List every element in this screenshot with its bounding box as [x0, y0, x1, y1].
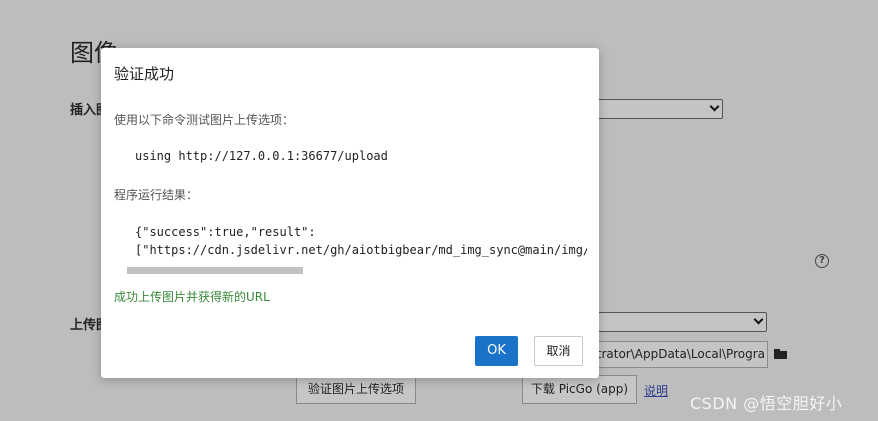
dialog-title: 验证成功	[114, 65, 175, 83]
result-output: {"success":true,"result": ["https://cdn.…	[135, 223, 587, 265]
explain-link[interactable]: 说明	[644, 382, 668, 399]
chevron-down-icon	[709, 101, 720, 112]
picgo-path-input[interactable]: C:\Users\Administrator\AppData\Local\Pro…	[590, 341, 768, 368]
command-text: using http://127.0.0.1:36677/upload	[135, 149, 388, 163]
result-line: ["https://cdn.jsdelivr.net/gh/aiotbigbea…	[135, 243, 587, 257]
success-message: 成功上传图片并获得新的URL	[114, 290, 270, 304]
horizontal-scrollbar[interactable]	[127, 267, 303, 274]
watermark: CSDN @悟空胆好小	[690, 394, 843, 413]
insert-image-select[interactable]	[597, 99, 723, 119]
result-line: {"success":true,"result":	[135, 225, 316, 239]
instruction-text: 使用以下命令测试图片上传选项：	[114, 113, 295, 127]
help-icon[interactable]: ?	[815, 254, 829, 268]
download-picgo-button[interactable]: 下载 PicGo (app)	[522, 375, 637, 404]
ok-button[interactable]: OK	[475, 336, 518, 366]
result-label: 程序运行结果：	[114, 188, 199, 202]
chevron-down-icon	[753, 314, 764, 325]
verify-success-dialog: 验证成功 使用以下命令测试图片上传选项： using http://127.0.…	[101, 48, 599, 378]
cancel-button[interactable]: 取消	[534, 336, 583, 366]
folder-icon[interactable]	[774, 349, 787, 359]
verify-upload-button[interactable]: 验证图片上传选项	[296, 375, 416, 404]
upload-service-select[interactable]	[597, 312, 767, 332]
